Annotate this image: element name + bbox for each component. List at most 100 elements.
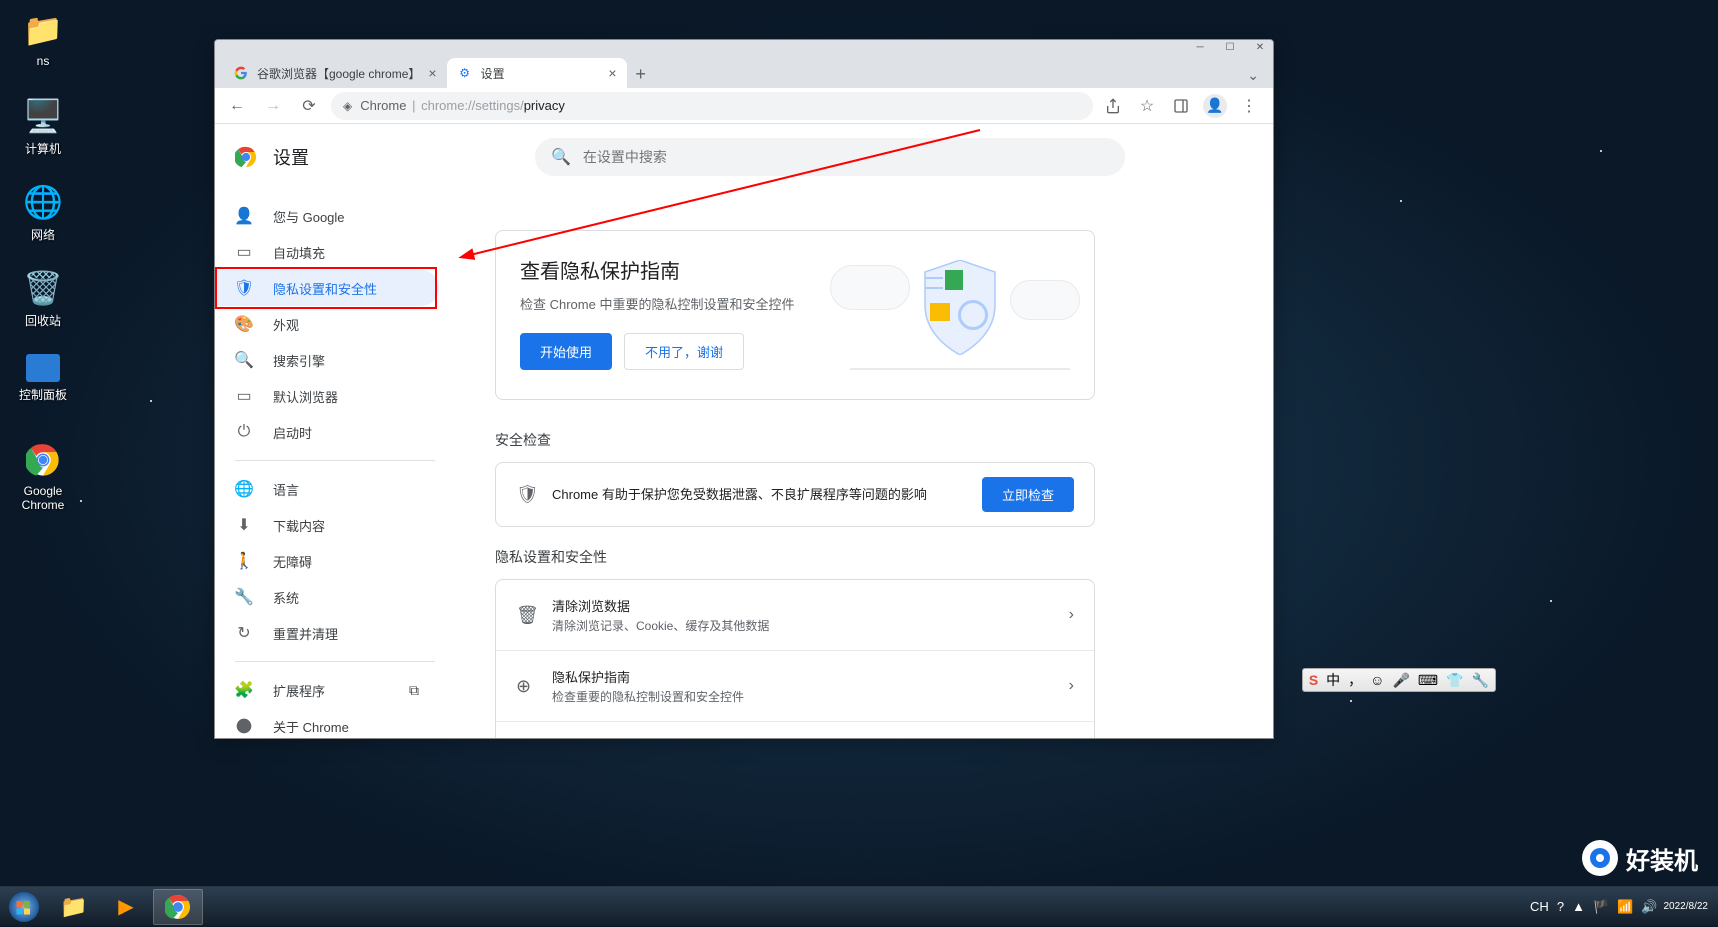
cookies-row[interactable]: 🍪 Cookie 及其他网站数据 已阻止无痕模式下的第三方 Cookie › (496, 722, 1094, 738)
sidebar-item-search-engine[interactable]: 🔍搜索引擎 (215, 342, 439, 378)
chevron-right-icon: › (1069, 677, 1074, 695)
share-icon[interactable] (1101, 94, 1125, 118)
side-panel-icon[interactable] (1169, 94, 1193, 118)
ime-punct-icon[interactable]: ， (1346, 670, 1364, 690)
menu-icon[interactable]: ⋮ (1237, 94, 1261, 118)
maximize-button[interactable]: ☐ (1221, 41, 1239, 53)
clear-browsing-data-row[interactable]: 🗑 清除浏览数据 清除浏览记录、Cookie、缓存及其他数据 › (496, 580, 1094, 651)
ime-keyboard-icon[interactable]: ⌨ (1416, 672, 1440, 689)
new-tab-button[interactable]: + (627, 60, 655, 88)
taskbar-chrome[interactable] (153, 889, 203, 925)
back-button[interactable]: ← (223, 92, 251, 120)
shield-check-icon: 🛡 (516, 484, 536, 505)
privacy-settings-card: 🗑 清除浏览数据 清除浏览记录、Cookie、缓存及其他数据 › ⊕ 隐私保护指… (495, 579, 1095, 738)
power-icon: ⏻ (235, 423, 253, 441)
start-button[interactable] (0, 887, 48, 927)
tray-flag-icon[interactable]: 🏴 (1591, 897, 1611, 917)
privacy-guide-row[interactable]: ⊕ 隐私保护指南 检查重要的隐私控制设置和安全控件 › (496, 651, 1094, 722)
desktop-icon-recycle[interactable]: 🗑️回收站 (8, 268, 78, 329)
tab-strip: 谷歌浏览器【google chrome】 × ⚙ 设置 × + ⌄ (215, 54, 1273, 88)
profile-button[interactable]: 👤 (1203, 94, 1227, 118)
tray-up-icon[interactable]: ▲ (1570, 897, 1587, 916)
guide-illustration (850, 255, 1070, 375)
settings-content: 查看隐私保护指南 检查 Chrome 中重要的隐私控制设置和安全控件 开始使用 … (455, 190, 1273, 738)
ime-lang-icon[interactable]: 中 (1324, 670, 1342, 690)
taskbar-media-player[interactable]: ▶ (101, 889, 151, 925)
browser-toolbar: ← → ⟳ ◈ Chrome | chrome://settings/priva… (215, 88, 1273, 124)
system-tray: CH ? ▲ 🏴 📶 🔊 2022/8/22 (1528, 897, 1718, 917)
search-icon: 🔍 (551, 147, 571, 167)
ime-toolbar[interactable]: S 中 ， ☺ 🎤 ⌨ 👕 🔧 (1302, 668, 1496, 692)
sidebar-item-accessibility[interactable]: 🚶无障碍 (215, 543, 439, 579)
gear-favicon-icon: ⚙ (457, 65, 473, 81)
chrome-icon (235, 718, 253, 734)
tray-network-icon[interactable]: 📶 (1615, 897, 1635, 917)
reset-icon: ↻ (235, 623, 253, 643)
sidebar-item-extensions[interactable]: 🧩扩展程序⧉ (215, 672, 439, 708)
close-button[interactable]: ✕ (1251, 41, 1269, 53)
watermark-logo-icon (1582, 840, 1618, 876)
tray-help-icon[interactable]: ? (1555, 897, 1566, 916)
desktop-icon-ns[interactable]: 📁ns (8, 10, 78, 68)
folder-icon: 📁 (23, 10, 63, 50)
download-icon: ⬇ (235, 515, 253, 535)
window-titlebar: ─ ☐ ✕ (215, 40, 1273, 54)
recycle-bin-icon: 🗑️ (23, 268, 63, 308)
sidebar-item-downloads[interactable]: ⬇下载内容 (215, 507, 439, 543)
sidebar-item-language[interactable]: 🌐语言 (215, 471, 439, 507)
desktop-icon-control-panel[interactable]: 控制面板 (8, 354, 78, 403)
divider (235, 661, 435, 662)
page-title: 设置 (273, 144, 309, 170)
taskbar: 📁 ▶ CH ? ▲ 🏴 📶 🔊 2022/8/22 (0, 886, 1718, 926)
computer-icon: 🖥️ (23, 96, 63, 136)
ime-logo-icon[interactable]: S (1307, 672, 1320, 688)
tray-lang-indicator[interactable]: CH (1528, 897, 1551, 916)
tray-clock[interactable]: 2022/8/22 (1664, 901, 1709, 912)
sidebar-item-about[interactable]: 关于 Chrome (215, 708, 439, 738)
sidebar-item-appearance[interactable]: 🎨外观 (215, 306, 439, 342)
tab-settings[interactable]: ⚙ 设置 × (447, 58, 627, 88)
sidebar-item-you-and-google[interactable]: 👤您与 Google (215, 198, 439, 234)
dismiss-guide-button[interactable]: 不用了，谢谢 (624, 333, 744, 370)
run-safety-check-button[interactable]: 立即检查 (982, 477, 1074, 512)
guide-description: 检查 Chrome 中重要的隐私控制设置和安全控件 (520, 294, 830, 313)
start-guide-button[interactable]: 开始使用 (520, 333, 612, 370)
forward-button[interactable]: → (259, 92, 287, 120)
settings-search[interactable]: 🔍 (535, 138, 1125, 176)
search-input[interactable] (583, 149, 1109, 165)
privacy-section-title: 隐私设置和安全性 (495, 547, 1095, 567)
ime-skin-icon[interactable]: 👕 (1444, 672, 1465, 689)
desktop-icon-computer[interactable]: 🖥️计算机 (8, 96, 78, 157)
sidebar-item-reset[interactable]: ↻重置并清理 (215, 615, 439, 651)
ime-mic-icon[interactable]: 🎤 (1390, 672, 1411, 689)
tab-close-icon[interactable]: × (428, 65, 436, 81)
person-icon: 👤 (235, 206, 253, 226)
sidebar-item-startup[interactable]: ⏻启动时 (215, 414, 439, 450)
google-favicon-icon (233, 65, 249, 81)
privacy-guide-card: 查看隐私保护指南 检查 Chrome 中重要的隐私控制设置和安全控件 开始使用 … (495, 230, 1095, 400)
reload-button[interactable]: ⟳ (295, 92, 323, 120)
desktop-icon-chrome[interactable]: Google Chrome (8, 440, 78, 512)
taskbar-explorer[interactable]: 📁 (49, 889, 99, 925)
puzzle-icon: 🧩 (235, 680, 253, 700)
ime-emoji-icon[interactable]: ☺ (1368, 672, 1386, 688)
browser-icon: ▭ (235, 386, 253, 406)
tabs-dropdown-icon[interactable]: ⌄ (1243, 63, 1263, 88)
tab-google[interactable]: 谷歌浏览器【google chrome】 × (223, 58, 447, 88)
address-bar[interactable]: ◈ Chrome | chrome://settings/privacy (331, 92, 1093, 120)
site-info-icon[interactable]: ◈ (343, 99, 352, 113)
safety-check-section-title: 安全检查 (495, 430, 1095, 450)
shield-icon: 🛡 (235, 278, 253, 298)
bookmark-icon[interactable]: ☆ (1135, 94, 1159, 118)
tab-close-icon[interactable]: × (608, 65, 616, 81)
desktop-icon-network[interactable]: 🌐网络 (8, 182, 78, 243)
sidebar-item-system[interactable]: 🔧系统 (215, 579, 439, 615)
chrome-window: ─ ☐ ✕ 谷歌浏览器【google chrome】 × ⚙ 设置 × + ⌄ … (214, 39, 1274, 739)
ime-tool-icon[interactable]: 🔧 (1470, 672, 1491, 689)
tray-volume-icon[interactable]: 🔊 (1639, 897, 1659, 917)
sidebar-item-privacy[interactable]: 🛡隐私设置和安全性 (215, 270, 439, 306)
minimize-button[interactable]: ─ (1191, 41, 1209, 53)
sidebar-item-default-browser[interactable]: ▭默认浏览器 (215, 378, 439, 414)
chrome-icon (23, 440, 63, 480)
sidebar-item-autofill[interactable]: ▭自动填充 (215, 234, 439, 270)
